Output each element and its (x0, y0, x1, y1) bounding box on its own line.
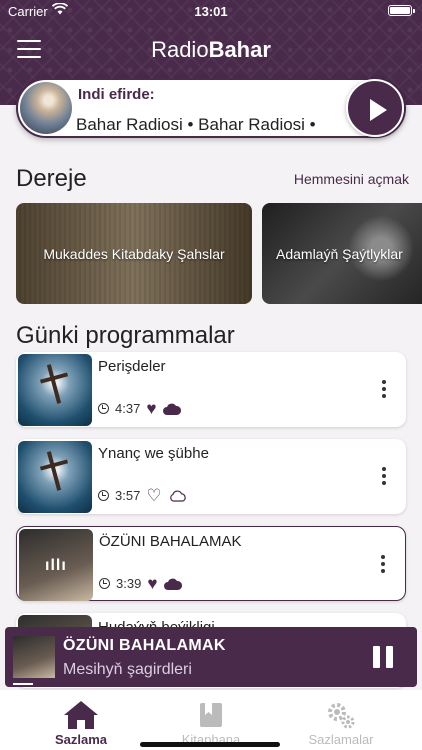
tab-library[interactable]: Kitaphana (141, 700, 281, 747)
now-playing-label: Indi efirde: (78, 86, 155, 103)
battery-icon (388, 5, 415, 16)
download-cloud-filled-icon[interactable] (162, 403, 182, 415)
more-options-icon[interactable] (382, 467, 386, 488)
program-meta: 3:57 ♡ (98, 487, 188, 504)
tab-bar: Sazlama Kitaphana Sazlamalar (0, 690, 422, 750)
pause-icon[interactable] (373, 646, 393, 668)
program-thumbnail: ıllı (19, 529, 93, 601)
app-logo-title: RadioBahar (151, 37, 271, 62)
tab-settings[interactable]: Sazlamalar (271, 700, 411, 747)
program-thumbnail (18, 354, 92, 426)
mini-player[interactable]: ÖZÜNI BAHALAMAK Mesihyň şagirdleri (5, 627, 417, 687)
download-cloud-outline-icon[interactable] (168, 490, 188, 502)
program-thumbnail (18, 441, 92, 513)
play-icon (370, 99, 387, 121)
tab-label: Sazlamalar (308, 732, 374, 747)
category-card[interactable]: Mukaddes Kitabdaky Şahslar (16, 203, 252, 304)
status-time: 13:01 (194, 4, 228, 19)
program-title: Ynanç we şübhe (98, 445, 209, 462)
category-label: Mukaddes Kitabdaky Şahslar (43, 246, 225, 262)
more-options-icon[interactable] (381, 555, 385, 576)
category-card[interactable]: Adamlaýň Şaýtlyklar (262, 203, 422, 304)
favorite-outline-icon[interactable]: ♡ (146, 487, 161, 504)
home-icon (64, 701, 98, 729)
program-meta: 4:37 ♥ (98, 400, 182, 417)
program-row-active[interactable]: ıllı ÖZÜNI BAHALAMAK 3:39 ♥ (16, 526, 406, 601)
program-title: ÖZÜNI BAHALAMAK (99, 533, 242, 550)
favorite-filled-icon[interactable]: ♥ (147, 575, 157, 592)
programs-title: Günki programmalar (16, 322, 235, 349)
program-row[interactable]: Ynanç we şübhe 3:57 ♡ (16, 439, 406, 514)
more-options-icon[interactable] (382, 380, 386, 401)
play-button[interactable] (346, 79, 404, 137)
categories-title: Dereje (16, 165, 87, 192)
download-cloud-filled-icon[interactable] (163, 578, 183, 590)
program-duration: 3:57 (115, 488, 141, 503)
program-meta: 3:39 ♥ (99, 575, 183, 592)
mini-player-progress (13, 683, 33, 685)
category-label: Adamlaýň Şaýtlyklar (276, 246, 403, 262)
program-duration: 3:39 (116, 576, 142, 591)
mini-player-title: ÖZÜNI BAHALAMAK (63, 637, 226, 654)
clock-icon (98, 403, 109, 414)
clock-icon (99, 578, 110, 589)
library-icon (200, 703, 222, 727)
program-row[interactable]: Perişdeler 4:37 ♥ (16, 352, 406, 427)
mini-player-thumbnail (13, 636, 55, 678)
now-playing-equalizer-icon: ıllı (45, 557, 67, 574)
tab-home[interactable]: Sazlama (11, 700, 151, 747)
program-duration: 4:37 (115, 401, 141, 416)
clock-icon (98, 490, 109, 501)
mini-player-subtitle: Mesihyň şagirdleri (63, 661, 192, 678)
home-indicator (140, 742, 280, 747)
program-title: Perişdeler (98, 358, 166, 375)
tab-label: Sazlama (54, 732, 108, 747)
settings-gears-icon (328, 703, 355, 729)
status-bar: Carrier 13:01 (0, 0, 422, 22)
favorite-filled-icon[interactable]: ♥ (146, 400, 156, 417)
now-playing-marquee: Bahar Radiosi • Bahar Radiosi • (76, 115, 316, 134)
now-playing-thumbnail (20, 82, 72, 134)
see-all-link[interactable]: Hemmesini açmak (294, 171, 409, 187)
